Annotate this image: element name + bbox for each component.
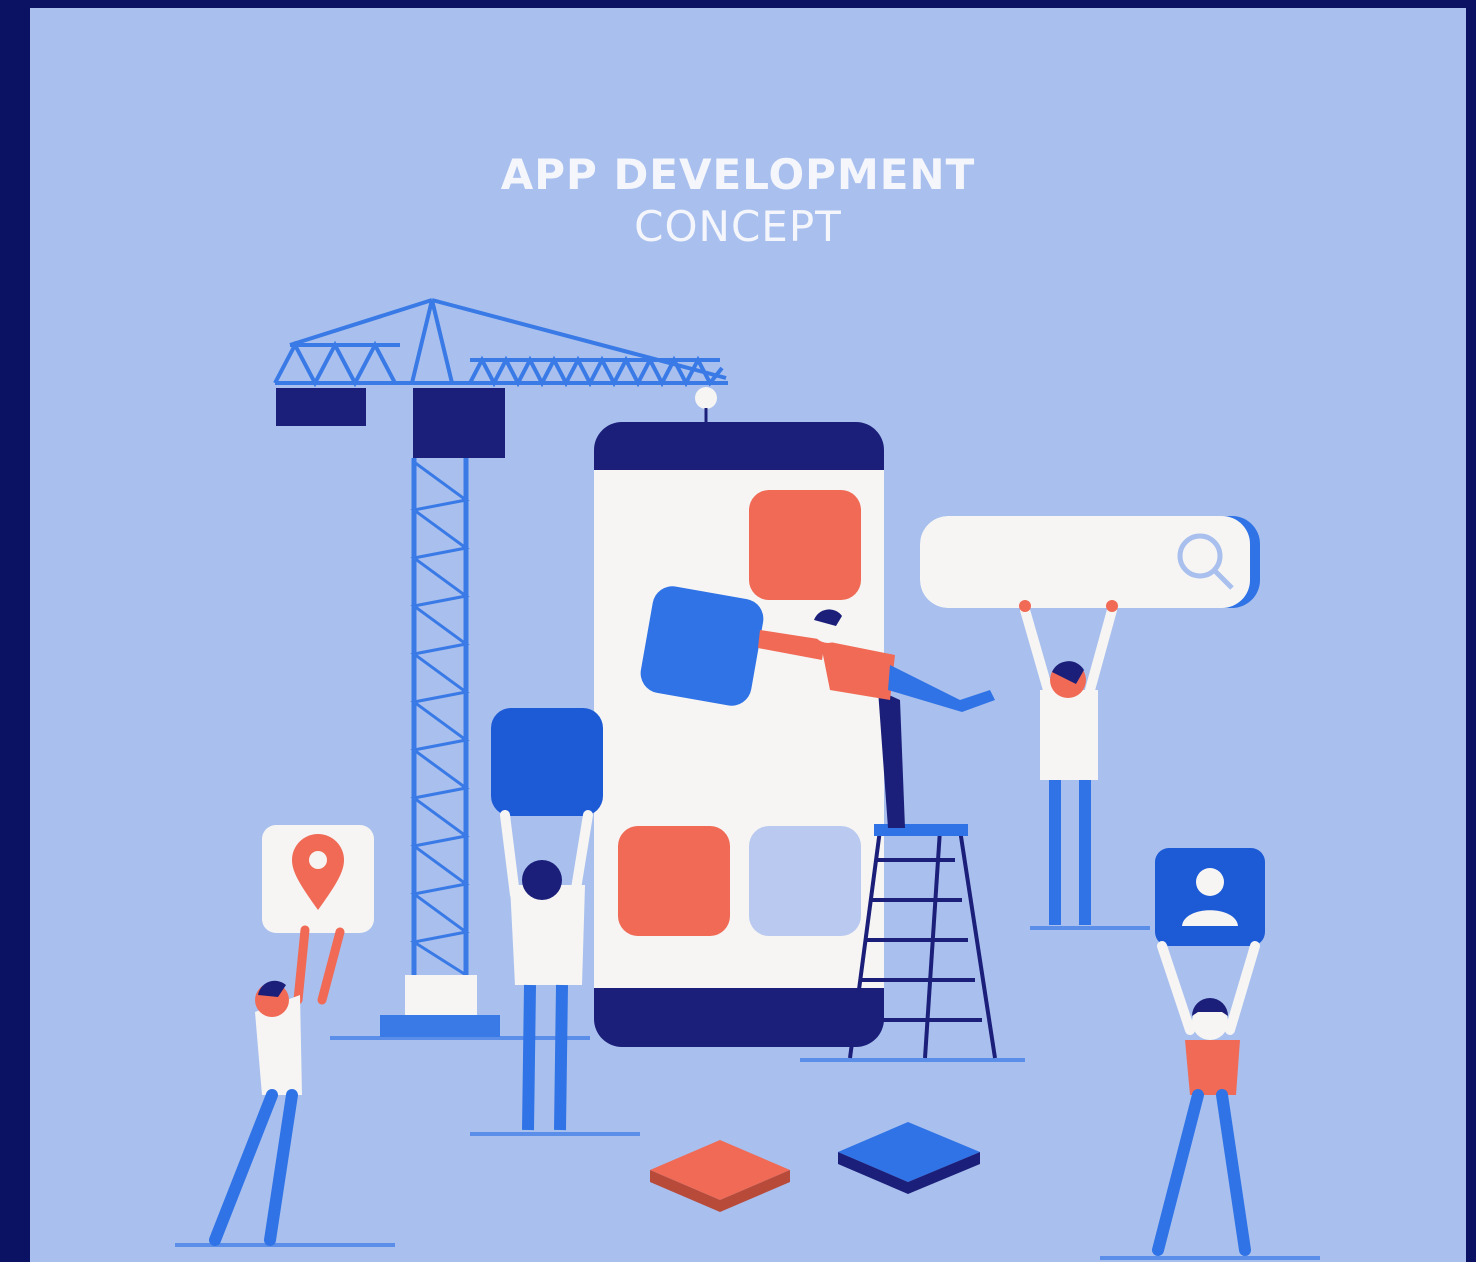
app-tile-light [749,826,861,936]
app-tile-coral-bottom [618,826,730,936]
person-holding-user-card [1152,848,1265,1256]
person-holding-blue-tile [491,708,603,1131]
app-tile-coral-top [749,490,861,600]
app-development-illustration [175,298,1320,1260]
person-holding-location-card [209,825,374,1246]
floor-app-tiles [650,1122,980,1212]
smartphone-mockup [594,422,884,1047]
hanging-app-tile [640,586,764,706]
